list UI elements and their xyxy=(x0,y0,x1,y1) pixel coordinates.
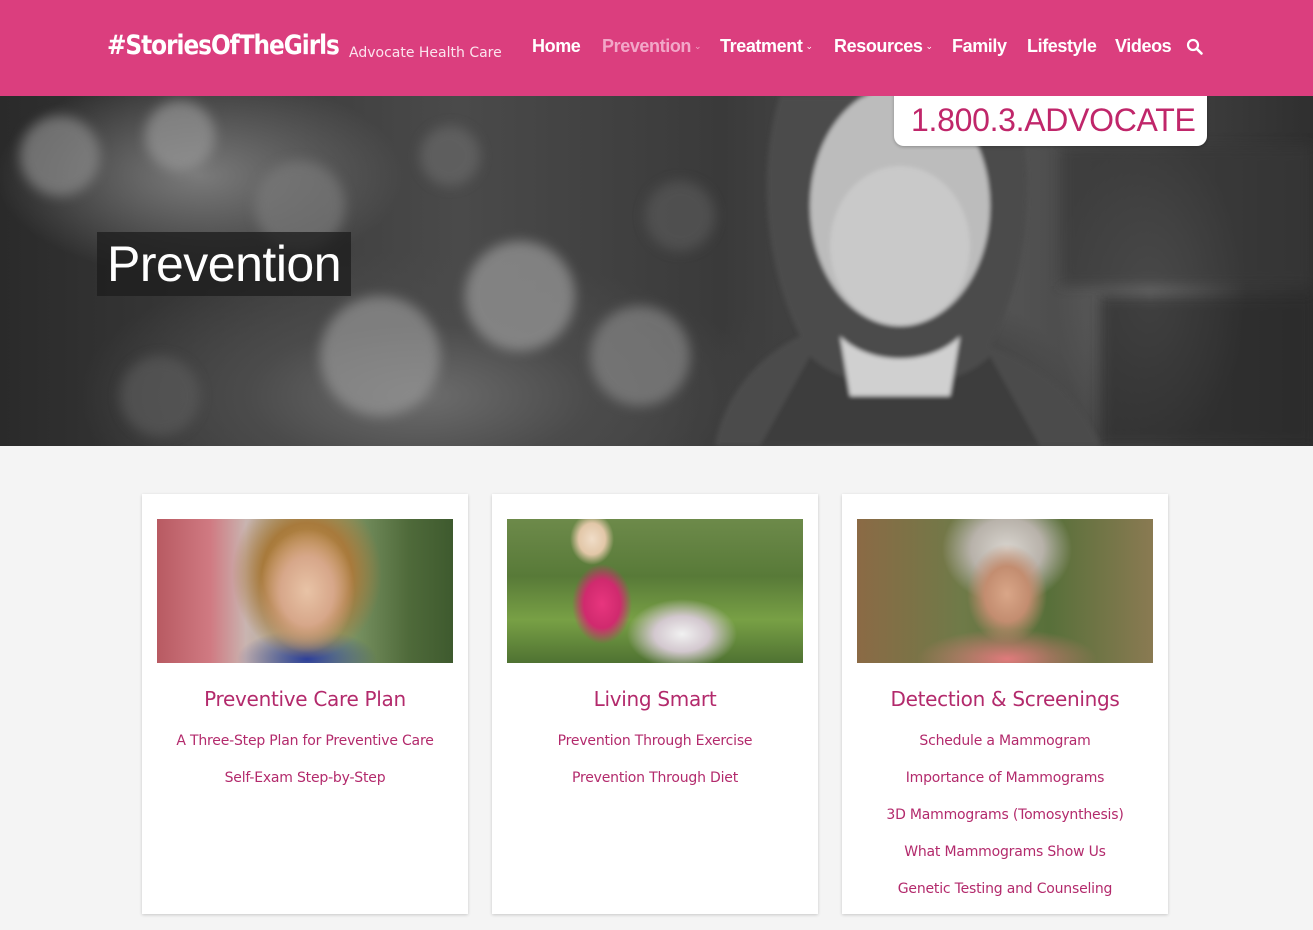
card-link[interactable]: Prevention Through Diet xyxy=(492,770,818,786)
nav-item-label: Prevention xyxy=(602,36,692,56)
nav-item-prevention[interactable]: Prevention ⌄ xyxy=(602,36,702,57)
nav-item-home[interactable]: Home xyxy=(532,36,581,57)
nav-item-label: Videos xyxy=(1115,36,1172,56)
phone-number[interactable]: 1.800.3.ADVOCATE xyxy=(911,102,1196,139)
card-title[interactable]: Preventive Care Plan xyxy=(142,687,468,711)
nav-item-label: Lifestyle xyxy=(1027,36,1097,56)
card-preventive-care-plan: Preventive Care Plan A Three-Step Plan f… xyxy=(142,494,468,914)
nav-item-videos[interactable]: Videos xyxy=(1115,36,1172,57)
card-link[interactable]: A Three-Step Plan for Preventive Care xyxy=(142,733,468,749)
nav-item-resources[interactable]: Resources ⌄ xyxy=(834,36,933,57)
site-sublabel[interactable]: Advocate Health Care xyxy=(349,45,502,61)
chevron-down-icon: ⌄ xyxy=(805,41,813,51)
card-image[interactable] xyxy=(857,519,1153,663)
card-link[interactable]: Schedule a Mammogram xyxy=(842,733,1168,749)
nav-item-lifestyle[interactable]: Lifestyle xyxy=(1027,36,1097,57)
nav-item-label: Resources xyxy=(834,36,923,56)
card-image[interactable] xyxy=(507,519,803,663)
nav-item-label: Family xyxy=(952,36,1007,56)
hero-banner: Prevention 1.800.3.ADVOCATE xyxy=(0,96,1313,446)
card-link[interactable]: Importance of Mammograms xyxy=(842,770,1168,786)
card-detection-screenings: Detection & Screenings Schedule a Mammog… xyxy=(842,494,1168,914)
chevron-down-icon: ⌄ xyxy=(694,41,702,51)
site-logo[interactable]: #StoriesOfTheGirls xyxy=(107,30,340,61)
card-title[interactable]: Detection & Screenings xyxy=(842,687,1168,711)
page-title: Prevention xyxy=(107,236,342,292)
card-link[interactable]: What Mammograms Show Us xyxy=(842,844,1168,860)
card-link[interactable]: Prevention Through Exercise xyxy=(492,733,818,749)
chevron-down-icon: ⌄ xyxy=(925,41,933,51)
nav-item-label: Home xyxy=(532,36,581,56)
card-link[interactable]: Self-Exam Step-by-Step xyxy=(142,770,468,786)
nav-item-family[interactable]: Family xyxy=(952,36,1007,57)
card-image[interactable] xyxy=(157,519,453,663)
card-title[interactable]: Living Smart xyxy=(492,687,818,711)
card-link[interactable]: 3D Mammograms (Tomosynthesis) xyxy=(842,807,1168,823)
nav-item-treatment[interactable]: Treatment ⌄ xyxy=(720,36,813,57)
card-link[interactable]: Genetic Testing and Counseling xyxy=(842,881,1168,897)
site-header: #StoriesOfTheGirls Advocate Health Care … xyxy=(0,0,1313,96)
nav-item-label: Treatment xyxy=(720,36,803,56)
card-living-smart: Living Smart Prevention Through Exercise… xyxy=(492,494,818,914)
search-icon[interactable] xyxy=(1186,38,1204,56)
